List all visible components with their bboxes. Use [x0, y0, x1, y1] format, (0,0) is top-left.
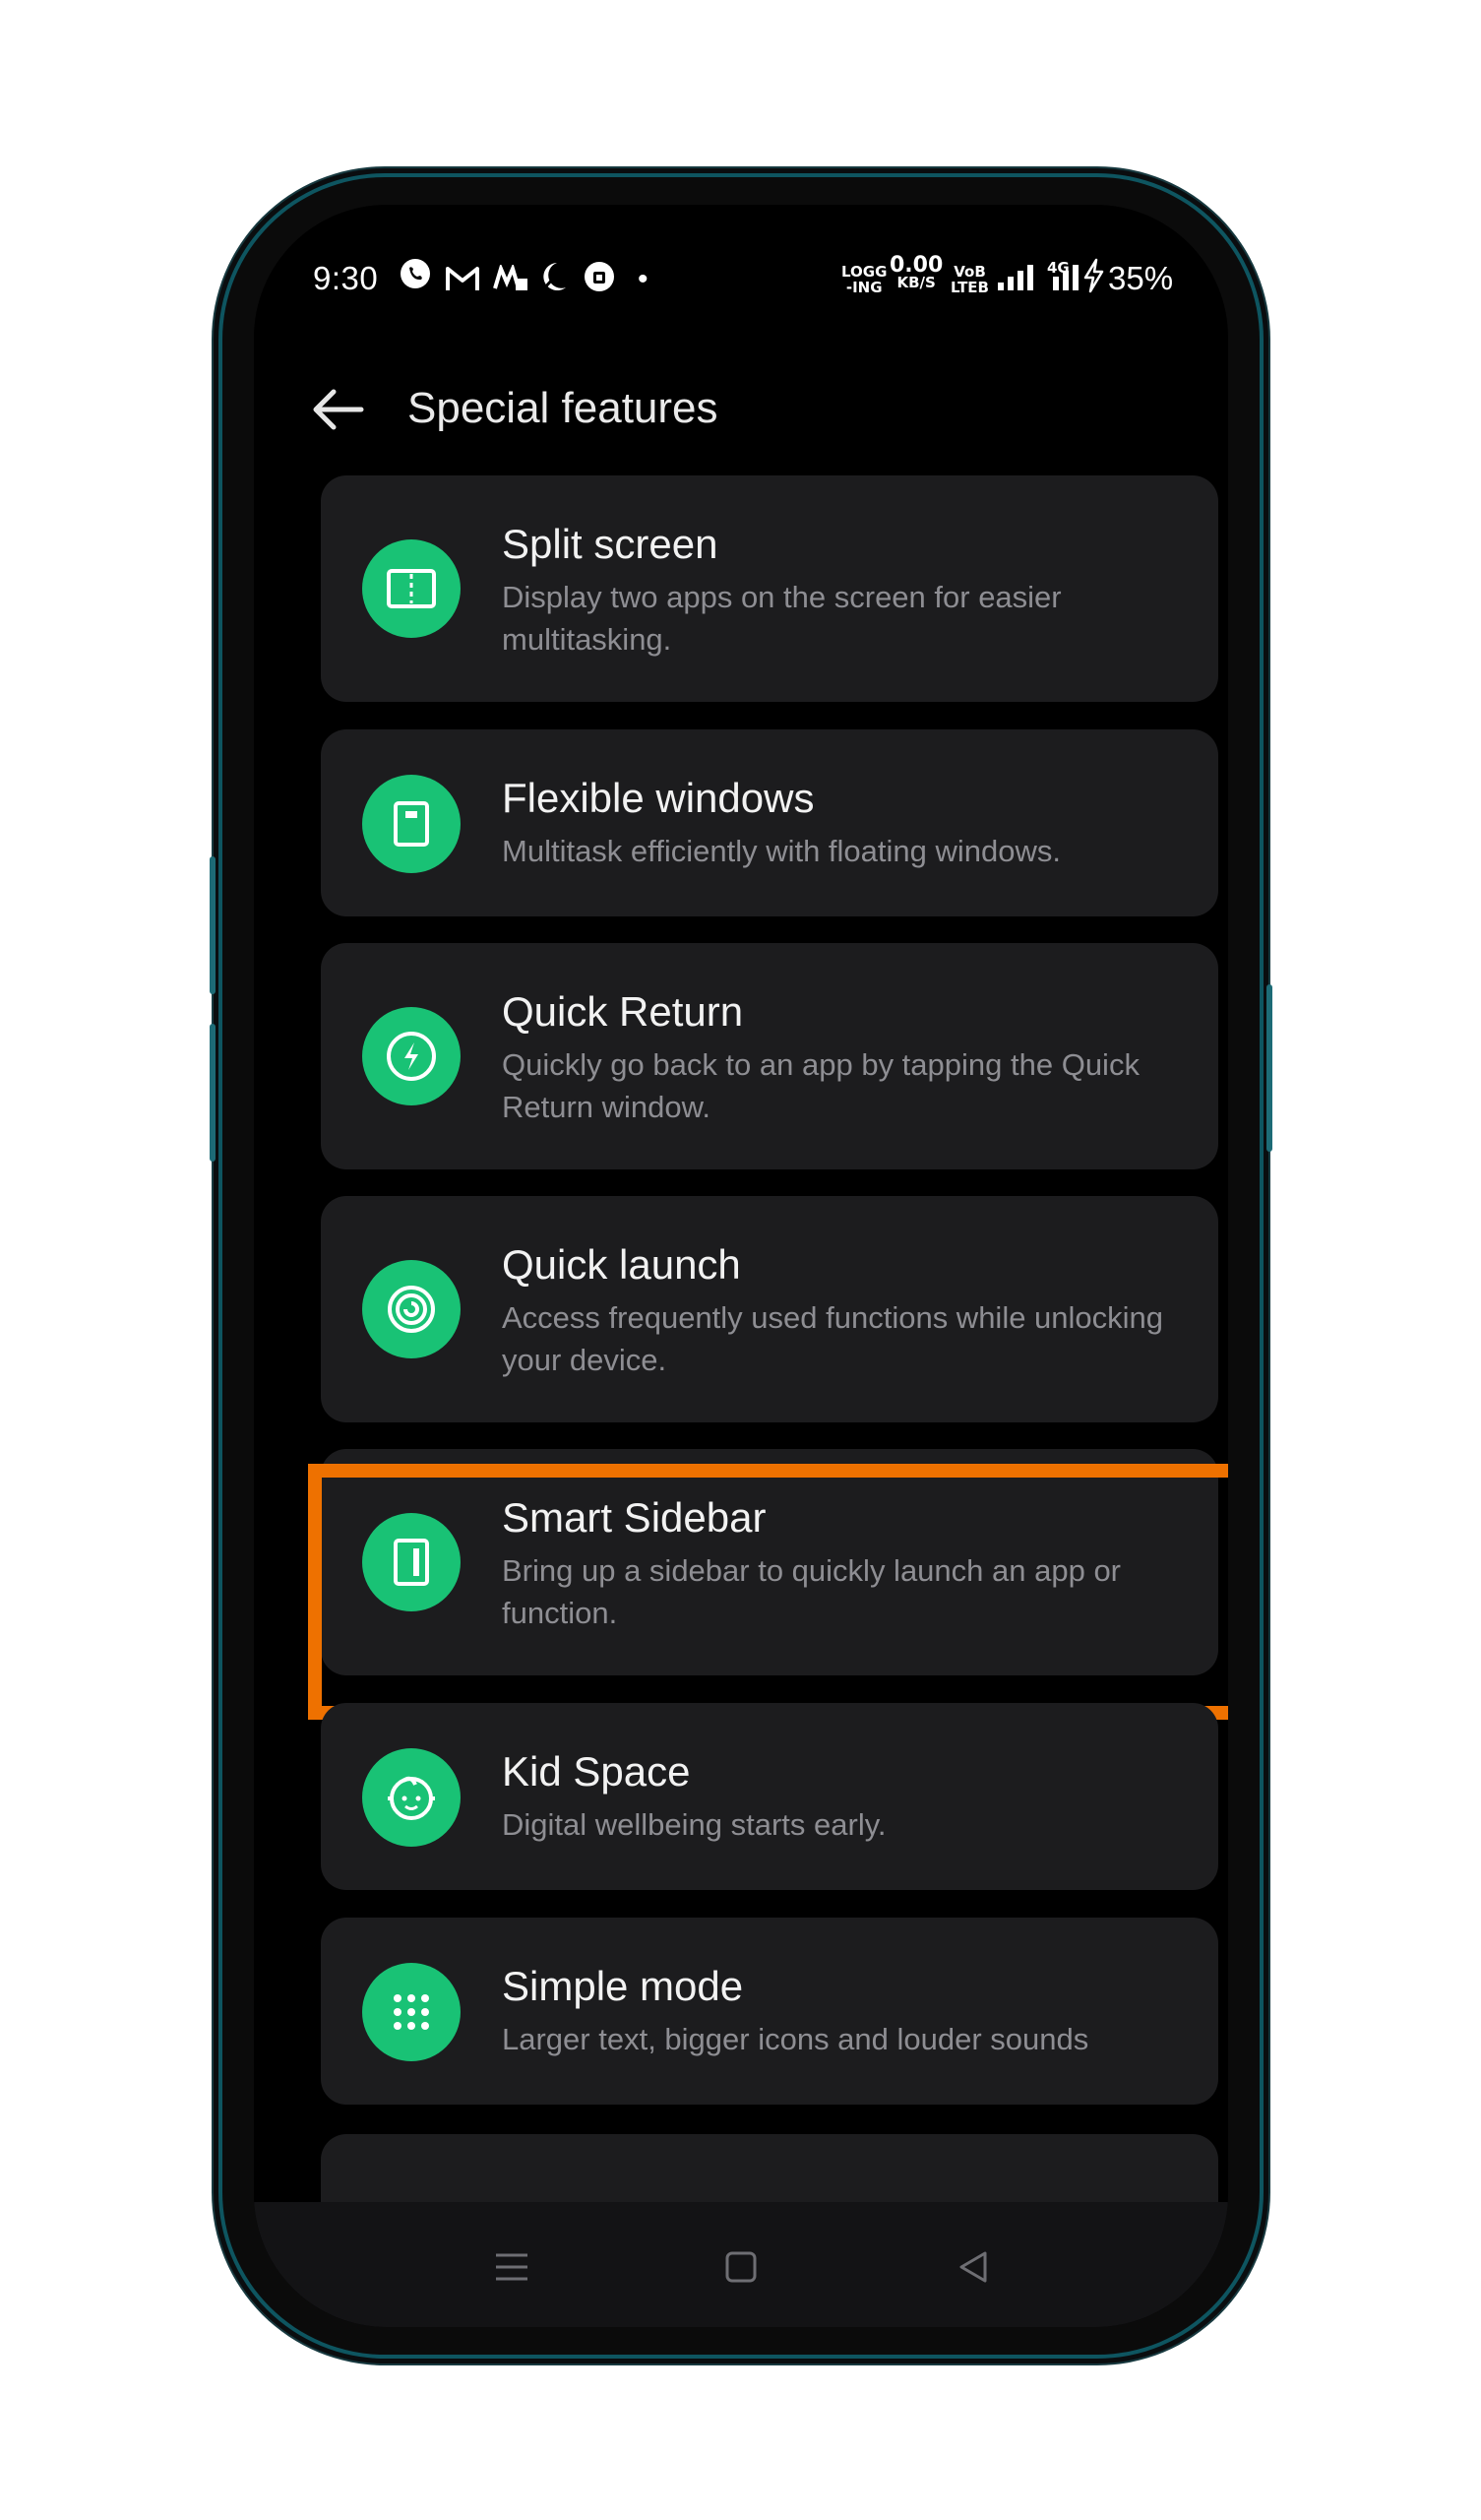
screen: 9:30 • LOGG -ING 0.00 KB/S VoB LTEB 4G 3… [254, 205, 1228, 2327]
charging-icon [1082, 258, 1104, 302]
feature-item-quick-launch[interactable]: Quick launch Access frequently used func… [321, 1196, 1218, 1422]
whatsapp-icon [398, 256, 433, 300]
feature-description: Multitask efficiently with floating wind… [502, 834, 1062, 868]
grid-dots-icon [362, 1963, 461, 2061]
feature-item-flexible-windows[interactable]: Flexible windows Multitask efficiently w… [321, 729, 1218, 916]
app-icon [492, 262, 529, 301]
feature-title: Quick launch [502, 1241, 741, 1288]
shield-icon [583, 260, 616, 302]
fingerprint-icon [362, 1260, 461, 1358]
kid-face-icon [362, 1748, 461, 1847]
feature-description: Quickly go back to an app by tapping the… [502, 1047, 1140, 1124]
lightning-icon [362, 1007, 461, 1105]
volume-button [210, 856, 216, 994]
feature-description: Display two apps on the screen for easie… [502, 580, 1062, 657]
dot-icon: • [638, 263, 648, 295]
home-icon[interactable] [717, 2243, 765, 2291]
signal-icon [996, 262, 1039, 301]
feature-item-simple-mode[interactable]: Simple mode Larger text, bigger icons an… [321, 1918, 1218, 2105]
feature-description: Larger text, bigger icons and louder sou… [502, 2022, 1089, 2056]
gmail-icon [445, 262, 480, 301]
volte-label: VoB LTEB [951, 263, 989, 296]
flexible-window-icon [362, 775, 461, 873]
back-triangle-icon[interactable] [950, 2243, 997, 2291]
status-bar: 9:30 • LOGG -ING 0.00 KB/S VoB LTEB 4G 3… [254, 205, 1228, 313]
page-title: Special features [407, 384, 718, 432]
menu-icon[interactable] [488, 2243, 535, 2291]
speed-label: 0.00 KB/S [890, 253, 944, 291]
feature-title: Simple mode [502, 1963, 744, 2009]
feature-item-quick-return[interactable]: Quick Return Quickly go back to an app b… [321, 943, 1218, 1169]
highlight-box [308, 1464, 1228, 1720]
feature-title: Flexible windows [502, 775, 815, 821]
navigation-bar [254, 2202, 1228, 2327]
logging-label: LOGG -ING [841, 263, 888, 296]
battery-percent: 35% [1108, 260, 1174, 296]
feature-title: Split screen [502, 521, 718, 567]
volume-button-lower [210, 1024, 216, 1162]
split-screen-icon [362, 539, 461, 638]
feature-title: Kid Space [502, 1748, 691, 1795]
feature-item-kid-space[interactable]: Kid Space Digital wellbeing starts early… [321, 1703, 1218, 1890]
feature-description: Access frequently used functions while u… [502, 1300, 1164, 1377]
feature-title: Quick Return [502, 988, 744, 1035]
arrow-left-icon[interactable] [308, 380, 367, 439]
status-time: 9:30 [313, 260, 379, 296]
power-button [1266, 984, 1272, 1152]
header: Special features [254, 362, 1228, 471]
moon-icon [539, 260, 569, 302]
feature-item-split-screen[interactable]: Split screen Display two apps on the scr… [321, 475, 1218, 702]
phone-frame: 9:30 • LOGG -ING 0.00 KB/S VoB LTEB 4G 3… [210, 177, 1272, 2355]
feature-description: Digital wellbeing starts early. [502, 1807, 887, 1842]
